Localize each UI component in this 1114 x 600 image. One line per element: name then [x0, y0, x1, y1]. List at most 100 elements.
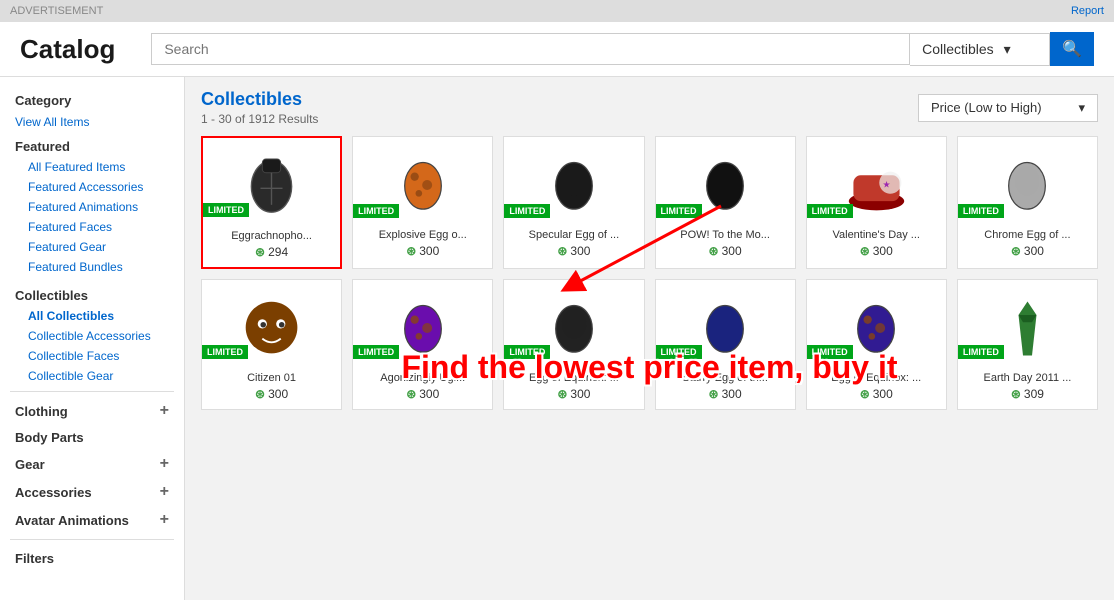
sidebar: Category View All Items Featured All Fea… — [0, 77, 185, 600]
sidebar-featured-heading: Featured — [0, 133, 184, 157]
limited-badge: LIMITED — [656, 204, 702, 218]
sidebar-body-parts-header[interactable]: Body Parts — [0, 425, 184, 450]
item-name: Starry Egg of th... — [664, 372, 787, 384]
item-card[interactable]: LIMITED Citizen 01 ⊛ 300 — [201, 279, 342, 410]
item-card[interactable]: LIMITED Earth Day 2011 ... ⊛ 309 — [957, 279, 1098, 410]
item-card[interactable]: LIMITED Eggrachnopho... ⊛ 294 — [201, 136, 342, 269]
price-value: 300 — [1024, 244, 1044, 258]
item-price: ⊛ 300 — [815, 244, 938, 258]
item-card[interactable]: ★ LIMITED Valentine's Day ... ⊛ 300 — [806, 136, 947, 269]
sort-label: Price (Low to High) — [931, 100, 1042, 115]
sidebar-item-featured-gear[interactable]: Featured Gear — [0, 237, 184, 257]
item-card[interactable]: LIMITED Agonizingly Ugl... ⊛ 300 — [352, 279, 493, 410]
item-name: Egg of Equinox: ... — [512, 372, 635, 384]
main-layout: Category View All Items Featured All Fea… — [0, 77, 1114, 600]
sidebar-avatar-animations-header[interactable]: Avatar Animations + — [0, 506, 184, 534]
results-count: 1 - 30 of 1912 Results — [201, 112, 318, 126]
sidebar-item-view-all[interactable]: View All Items — [0, 111, 184, 133]
robux-icon: ⊛ — [709, 244, 719, 258]
item-name: Egg of Equinox: ... — [815, 372, 938, 384]
collectibles-title: Collectibles — [201, 89, 318, 110]
limited-badge: LIMITED — [504, 345, 550, 359]
item-card[interactable]: LIMITED Egg of Equinox: ... ⊛ 300 — [503, 279, 644, 410]
sidebar-collectibles-heading: Collectibles — [0, 282, 184, 306]
sidebar-item-collectible-accessories[interactable]: Collectible Accessories — [0, 326, 184, 346]
robux-icon: ⊛ — [1011, 244, 1021, 258]
item-price: ⊛ 300 — [966, 244, 1089, 258]
report-link[interactable]: Report — [1071, 5, 1104, 17]
clothing-expand-icon: + — [160, 402, 169, 420]
item-card[interactable]: LIMITED Egg of Equinox: ... ⊛ 300 — [806, 279, 947, 410]
item-name: Citizen 01 — [210, 372, 333, 384]
sidebar-item-featured-animations[interactable]: Featured Animations — [0, 197, 184, 217]
robux-icon: ⊛ — [860, 387, 870, 401]
search-icon: 🔍 — [1062, 39, 1082, 59]
accessories-label: Accessories — [15, 485, 92, 500]
filters-heading: Filters — [0, 545, 184, 569]
item-name: Specular Egg of ... — [512, 229, 635, 241]
item-price: ⊛ 300 — [664, 244, 787, 258]
item-price: ⊛ 300 — [664, 387, 787, 401]
category-dropdown[interactable]: Collectibles ▾ — [910, 33, 1050, 66]
robux-icon: ⊛ — [255, 245, 265, 259]
search-bar: Collectibles ▾ 🔍 — [151, 32, 1094, 66]
item-card[interactable]: LIMITED Specular Egg of ... ⊛ 300 — [503, 136, 644, 269]
sidebar-item-featured-faces[interactable]: Featured Faces — [0, 217, 184, 237]
sidebar-item-all-collectibles[interactable]: All Collectibles — [0, 306, 184, 326]
body-parts-label: Body Parts — [15, 430, 84, 445]
limited-badge: LIMITED — [807, 345, 853, 359]
gear-label: Gear — [15, 457, 45, 472]
limited-badge: LIMITED — [807, 204, 853, 218]
item-card[interactable]: LIMITED Explosive Egg o... ⊛ 300 — [352, 136, 493, 269]
robux-icon: ⊛ — [1011, 387, 1021, 401]
content-header: Collectibles 1 - 30 of 1912 Results Pric… — [201, 89, 1098, 126]
robux-icon: ⊛ — [406, 387, 416, 401]
item-card[interactable]: LIMITED Chrome Egg of ... ⊛ 300 — [957, 136, 1098, 269]
price-value: 300 — [570, 387, 590, 401]
item-name: Explosive Egg o... — [361, 229, 484, 241]
price-value: 300 — [268, 387, 288, 401]
sort-dropdown[interactable]: Price (Low to High) ▾ — [918, 94, 1098, 122]
item-name: Earth Day 2011 ... — [966, 372, 1089, 384]
sidebar-item-collectible-gear[interactable]: Collectible Gear — [0, 366, 184, 386]
limited-badge: LIMITED — [353, 345, 399, 359]
item-price: ⊛ 300 — [512, 387, 635, 401]
clothing-label: Clothing — [15, 404, 68, 419]
limited-badge: LIMITED — [353, 204, 399, 218]
price-value: 300 — [419, 387, 439, 401]
item-name: Chrome Egg of ... — [966, 229, 1089, 241]
item-card[interactable]: LIMITED Starry Egg of th... ⊛ 300 — [655, 279, 796, 410]
sidebar-item-all-featured[interactable]: All Featured Items — [0, 157, 184, 177]
content-area: Collectibles 1 - 30 of 1912 Results Pric… — [185, 77, 1114, 600]
category-heading: Category — [0, 87, 184, 111]
limited-badge: LIMITED — [202, 345, 248, 359]
robux-icon: ⊛ — [406, 244, 416, 258]
sidebar-accessories-header[interactable]: Accessories + — [0, 478, 184, 506]
advertisement-label: ADVERTISEMENT — [10, 5, 103, 17]
item-name: POW! To the Mo... — [664, 229, 787, 241]
sort-chevron-icon: ▾ — [1078, 100, 1085, 116]
limited-badge: LIMITED — [958, 345, 1004, 359]
robux-icon: ⊛ — [255, 387, 265, 401]
chevron-down-icon: ▾ — [1004, 41, 1011, 58]
sidebar-clothing-header[interactable]: Clothing + — [0, 397, 184, 425]
search-input[interactable] — [151, 33, 910, 65]
robux-icon: ⊛ — [557, 244, 567, 258]
search-button[interactable]: 🔍 — [1050, 32, 1094, 66]
sidebar-item-featured-bundles[interactable]: Featured Bundles — [0, 257, 184, 277]
price-value: 300 — [722, 387, 742, 401]
accessories-expand-icon: + — [160, 483, 169, 501]
header: Catalog Collectibles ▾ 🔍 — [0, 22, 1114, 77]
sidebar-item-featured-accessories[interactable]: Featured Accessories — [0, 177, 184, 197]
item-name: Agonizingly Ugl... — [361, 372, 484, 384]
sidebar-item-collectible-faces[interactable]: Collectible Faces — [0, 346, 184, 366]
sidebar-gear-header[interactable]: Gear + — [0, 450, 184, 478]
item-card[interactable]: LIMITED POW! To the Mo... ⊛ 300 — [655, 136, 796, 269]
ad-bar: ADVERTISEMENT Report — [0, 0, 1114, 22]
price-value: 300 — [873, 387, 893, 401]
item-price: ⊛ 300 — [210, 387, 333, 401]
robux-icon: ⊛ — [709, 387, 719, 401]
item-name: Valentine's Day ... — [815, 229, 938, 241]
item-price: ⊛ 300 — [361, 244, 484, 258]
items-grid: LIMITED Eggrachnopho... ⊛ 294 LIMITED Ex… — [201, 136, 1098, 410]
